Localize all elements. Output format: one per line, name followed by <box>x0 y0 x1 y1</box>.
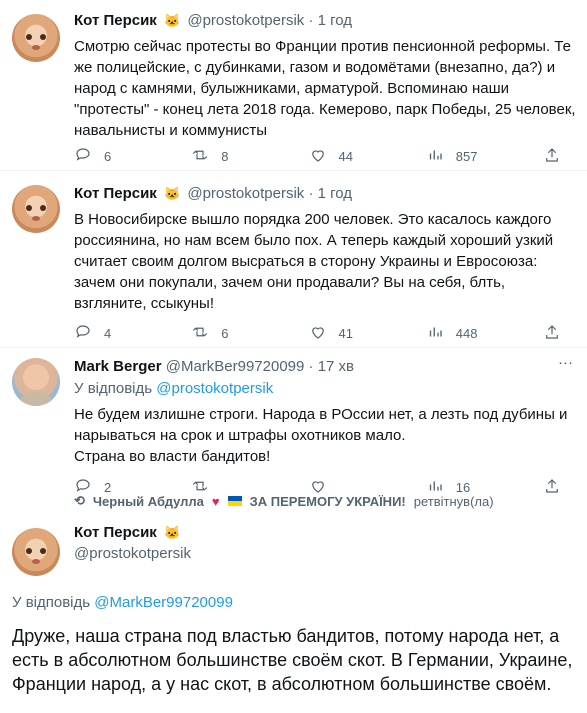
share-button[interactable] <box>543 323 567 344</box>
timestamp[interactable]: · 1 год <box>308 12 352 29</box>
views-count: 857 <box>455 149 478 164</box>
reply-context: У відповідь @MarkBer99720099 <box>12 594 233 611</box>
handle[interactable]: @prostokotpersik <box>187 185 304 202</box>
avatar[interactable] <box>12 185 60 233</box>
main-tweet-text: Друже, наша страна под властью бандитов,… <box>12 626 573 694</box>
reply-count: 4 <box>104 326 112 341</box>
main-tweet-header: Кот Персик 🐱 <box>74 524 183 541</box>
handle[interactable]: @prostokotpersik <box>74 545 191 562</box>
reply-prefix: У відповідь <box>12 594 91 611</box>
like-count: 41 <box>338 326 353 341</box>
ukraine-flag-icon <box>227 496 242 506</box>
display-name[interactable]: Кот Персик <box>74 12 157 29</box>
tweet-header: Mark Berger @MarkBer99720099 · 17 хв <box>74 358 354 375</box>
reply-count: 6 <box>104 149 112 164</box>
heart-icon <box>309 323 327 344</box>
views-count: 448 <box>455 326 478 341</box>
retweeter-name[interactable]: Черный Абдулла <box>93 494 204 509</box>
views-icon <box>426 146 444 167</box>
share-button[interactable] <box>543 146 567 167</box>
reply-prefix: У відповідь <box>74 380 153 397</box>
reply-icon <box>74 323 92 344</box>
share-icon <box>543 477 561 498</box>
reply-button[interactable]: 4 <box>74 323 170 344</box>
like-button[interactable]: 41 <box>309 323 405 344</box>
display-name[interactable]: Кот Персик <box>74 524 157 541</box>
reply-handle-link[interactable]: @MarkBer99720099 <box>94 594 233 611</box>
display-name[interactable]: Mark Berger <box>74 358 162 375</box>
like-button[interactable]: 44 <box>309 146 405 167</box>
avatar[interactable] <box>12 528 60 576</box>
views-icon <box>426 323 444 344</box>
tweet-actions: 6 8 44 857 <box>74 146 567 167</box>
cat-emoji: 🐱 <box>164 525 181 540</box>
reply-button[interactable]: 6 <box>74 146 170 167</box>
reply-context: У відповідь @prostokotpersik <box>74 380 273 397</box>
tweet-header: Кот Персик 🐱 @prostokotpersik · 1 год <box>74 12 352 29</box>
views-button[interactable]: 448 <box>426 323 522 344</box>
tweet-text: В Новосибирске вышло порядка 200 человек… <box>74 211 554 312</box>
reply-icon <box>74 146 92 167</box>
retweet-count: 6 <box>221 326 229 341</box>
tweet[interactable]: Mark Berger @MarkBer99720099 · 17 хв ···… <box>0 348 587 509</box>
retweeted-by-line: ⟲ Черный Абдулла ♥ ЗА ПЕРЕМОГУ УКРАЇНИ! … <box>74 493 494 509</box>
share-icon <box>543 146 561 167</box>
retweet-count: 8 <box>221 149 229 164</box>
retweet-icon <box>191 146 209 167</box>
main-tweet[interactable]: Кот Персик 🐱 @prostokotpersik У відповід… <box>0 508 587 713</box>
tweet[interactable]: Кот Персик 🐱 @prostokotpersik · 1 год См… <box>0 0 587 171</box>
handle[interactable]: @MarkBer99720099 <box>166 358 305 375</box>
share-button[interactable] <box>543 477 567 498</box>
retweet-icon: ⟲ <box>74 493 85 508</box>
timestamp[interactable]: · 17 хв <box>309 358 354 375</box>
retweeted-suffix: ретвітнув(ла) <box>413 493 494 509</box>
tweet-actions: 4 6 41 448 <box>74 323 567 344</box>
reply-handle-link[interactable]: @prostokotpersik <box>156 380 273 397</box>
retweeter-tag[interactable]: ЗА ПЕРЕМОГУ УКРАЇНИ! <box>250 494 406 509</box>
avatar[interactable] <box>12 14 60 62</box>
like-count: 44 <box>338 149 353 164</box>
timestamp[interactable]: · 1 год <box>308 185 352 202</box>
heart-emoji: ♥ <box>211 493 220 509</box>
views-button[interactable]: 857 <box>426 146 522 167</box>
cat-emoji: 🐱 <box>164 186 181 201</box>
tweet-text: Не будем излишне строги. Народа в РОссии… <box>74 406 568 465</box>
retweet-icon <box>191 323 209 344</box>
avatar[interactable] <box>12 358 60 406</box>
handle[interactable]: @prostokotpersik <box>187 12 304 29</box>
cat-emoji: 🐱 <box>164 13 181 28</box>
tweet-text: Смотрю сейчас протесты во Франции против… <box>74 38 576 139</box>
share-icon <box>543 323 561 344</box>
display-name[interactable]: Кот Персик <box>74 185 157 202</box>
tweet-header: Кот Персик 🐱 @prostokotpersik · 1 год <box>74 185 352 202</box>
retweet-button[interactable]: 8 <box>191 146 287 167</box>
heart-icon <box>309 146 327 167</box>
tweet[interactable]: Кот Персик 🐱 @prostokotpersik · 1 год В … <box>0 171 587 348</box>
retweet-button[interactable]: 6 <box>191 323 287 344</box>
more-icon[interactable]: ··· <box>558 354 573 371</box>
